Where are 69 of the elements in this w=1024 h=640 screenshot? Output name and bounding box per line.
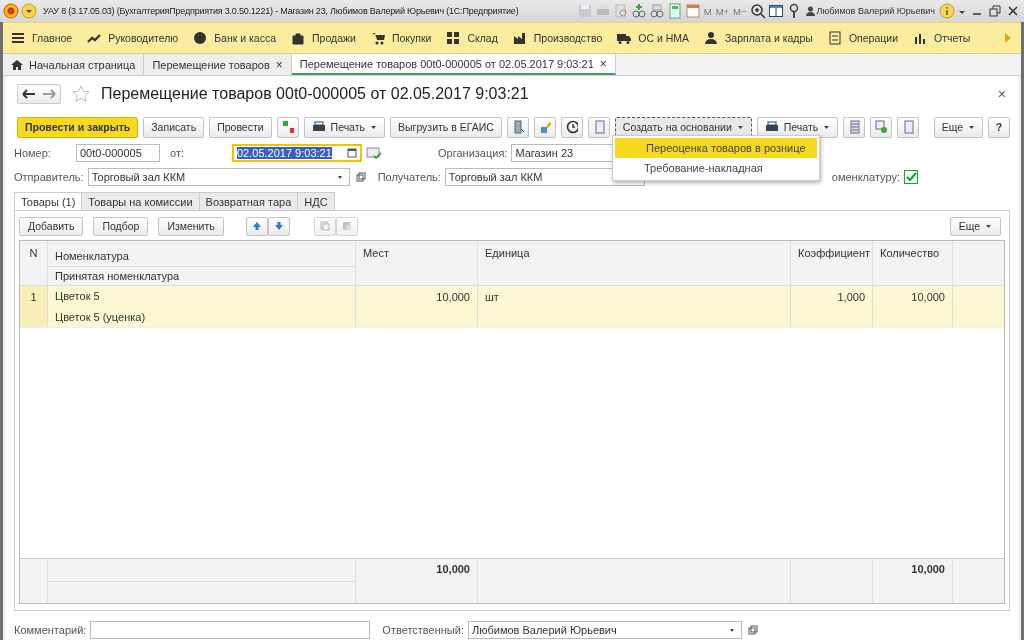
section-item[interactable]: Банк и касса bbox=[193, 31, 276, 45]
table-cell-text: 10,000 bbox=[911, 291, 945, 305]
field-label: Организация: bbox=[438, 147, 508, 159]
menu-item[interactable]: Переоценка товаров в рознице bbox=[615, 138, 817, 158]
column-header[interactable]: N bbox=[20, 241, 48, 285]
responsible-field[interactable]: Любимов Валерий Юрьевич bbox=[467, 621, 742, 639]
table-toolbar-button[interactable]: Добавить bbox=[19, 216, 84, 236]
field-label: от: bbox=[170, 147, 185, 159]
table-toolbar-button[interactable]: Изменить bbox=[158, 216, 224, 236]
table-cell-text: 1 bbox=[30, 291, 37, 305]
table-cell-text: 1,000 bbox=[837, 291, 865, 305]
dropdown-button[interactable]: Создать на основании bbox=[614, 116, 752, 138]
section-item[interactable]: Отчеты bbox=[913, 31, 971, 45]
user-name[interactable]: Любимов Валерий Юрьевич bbox=[805, 6, 935, 16]
table-cell-text: шт bbox=[485, 291, 499, 305]
section-item[interactable]: Склад bbox=[446, 31, 498, 45]
help-button[interactable]: ? bbox=[988, 116, 1010, 138]
dropdown-button[interactable]: Печать bbox=[756, 116, 839, 138]
tab[interactable]: Товары на комиссии bbox=[81, 192, 200, 210]
section-item[interactable]: Покупки bbox=[370, 31, 432, 45]
section-item[interactable]: Зарплата и кадры bbox=[704, 31, 813, 45]
toolbar-button[interactable]: Записать bbox=[143, 116, 205, 138]
column-header[interactable]: Количество bbox=[873, 241, 953, 285]
field-label: Ответственный: bbox=[382, 624, 464, 636]
table-toolbar-button[interactable]: Подбор bbox=[93, 216, 149, 236]
sender-field[interactable]: Торговый зал ККМ bbox=[87, 168, 350, 186]
toolbar-button[interactable]: Провести bbox=[209, 116, 272, 138]
close-form-button[interactable]: × bbox=[997, 86, 1010, 102]
tab[interactable]: Товары (1) bbox=[14, 192, 83, 210]
section-item[interactable]: ОС и НМА bbox=[617, 31, 690, 45]
window-title: УАУ 8 (3.17.05.03) (БухгалтерияПредприятия 3.0.50.1221) - Магазин 23, Любимов Валерий Юрьевич (1С:Предприятие) bbox=[43, 6, 519, 16]
section-item[interactable]: Операции bbox=[827, 31, 898, 45]
column-header[interactable]: Номенклатура bbox=[48, 247, 355, 267]
memory-button[interactable]: M+ bbox=[714, 5, 731, 17]
field-label: Получатель: bbox=[377, 171, 441, 183]
tab[interactable]: Возвратная тара bbox=[198, 192, 299, 210]
date-field[interactable]: 02.05.2017 9:03:21 bbox=[232, 144, 362, 162]
table-cell-text: 10,000 bbox=[436, 291, 470, 305]
section-item[interactable]: Главное bbox=[11, 31, 73, 45]
close-tab-button[interactable]: × bbox=[275, 57, 283, 72]
open-tab[interactable]: Перемещение товаров × bbox=[144, 54, 292, 75]
column-header[interactable]: Принятая номенклатура bbox=[48, 266, 355, 285]
checkbox-label: оменклатуру: bbox=[831, 171, 900, 183]
table-row[interactable]: 1 Цветок 5 Цветок 5 (уценка) 10,000 шт 1,000 10,000 bbox=[20, 286, 1004, 328]
dropdown-button[interactable]: Печать bbox=[303, 116, 385, 138]
number-field[interactable]: 00t0-000005 bbox=[76, 144, 160, 162]
column-header[interactable]: Коэффициент bbox=[791, 241, 873, 285]
more-button[interactable]: Еще bbox=[949, 216, 1001, 236]
section-item[interactable]: Руководителю bbox=[87, 31, 179, 45]
column-header[interactable]: Единица bbox=[478, 241, 791, 285]
close-tab-button[interactable]: × bbox=[599, 56, 607, 71]
section-item[interactable]: Продажи bbox=[291, 31, 356, 45]
memory-button[interactable]: M bbox=[702, 5, 713, 17]
toolbar-button[interactable]: Выгрузить в ЕГАИС bbox=[390, 116, 502, 138]
total-value: 10,000 bbox=[911, 563, 945, 577]
open-tab[interactable]: Начальная страница bbox=[3, 54, 145, 75]
field-label: Отправитель: bbox=[14, 171, 84, 183]
section-item[interactable]: Производство bbox=[512, 31, 603, 45]
column-header[interactable]: Мест bbox=[356, 241, 478, 285]
field-label: Номер: bbox=[14, 147, 52, 159]
field-label: Комментарий: bbox=[14, 624, 87, 636]
post-and-close-button[interactable]: Провести и закрыть bbox=[17, 116, 139, 138]
table-cell-text: Цветок 5 bbox=[54, 289, 101, 305]
more-button[interactable]: Еще bbox=[933, 116, 983, 138]
tab[interactable]: НДС bbox=[297, 192, 335, 210]
table-cell-text: Цветок 5 (уценка) bbox=[54, 309, 147, 325]
form-title: Перемещение товаров 00t0-000005 от 02.05.2017 9:03:21 bbox=[101, 85, 529, 103]
open-tab[interactable]: Перемещение товаров 00t0-000005 от 02.05.2017 9:03:21 × bbox=[291, 54, 616, 75]
total-value: 10,000 bbox=[436, 563, 470, 577]
